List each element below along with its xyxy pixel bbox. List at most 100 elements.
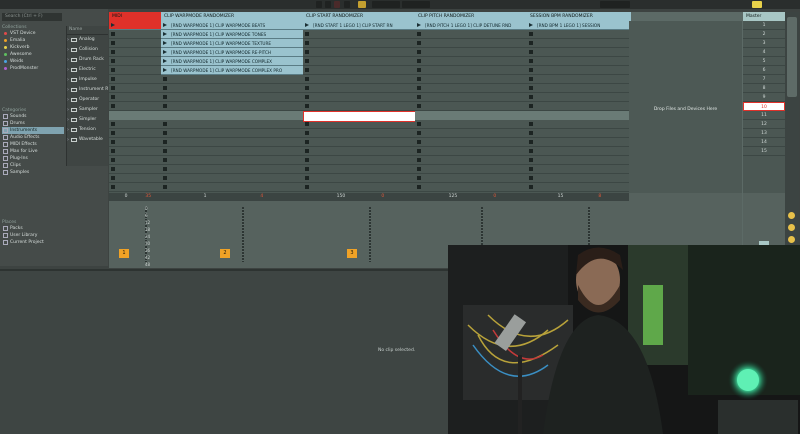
place-item[interactable]: User Library xyxy=(2,232,64,239)
stop-clip-icon[interactable] xyxy=(111,167,115,171)
play-clip-icon[interactable] xyxy=(163,59,167,63)
collection-item[interactable]: ProdMonster xyxy=(2,65,64,72)
clip-slot[interactable] xyxy=(109,66,161,75)
stop-clip-icon[interactable] xyxy=(417,59,421,63)
stop-clip-icon[interactable] xyxy=(163,140,167,144)
stop-clip-icon[interactable] xyxy=(529,50,533,54)
clip-slot[interactable] xyxy=(415,84,527,93)
expand-chevron-icon[interactable]: › xyxy=(67,45,69,55)
session-record-button[interactable] xyxy=(358,1,366,8)
clip-slot[interactable] xyxy=(527,57,629,66)
stop-clip-icon[interactable] xyxy=(417,149,421,153)
category-item[interactable]: Max for Live xyxy=(2,148,64,155)
stop-clip-icon[interactable] xyxy=(417,50,421,54)
stop-clip-icon[interactable] xyxy=(529,32,533,36)
sends-toggle-icon[interactable] xyxy=(788,224,795,231)
expand-chevron-icon[interactable]: › xyxy=(67,105,69,115)
play-clip-icon[interactable] xyxy=(417,23,421,27)
clip[interactable]: [RND BPM 1 LEGO 1] SESSION xyxy=(527,21,629,30)
clip-slot[interactable] xyxy=(527,39,629,48)
stop-clip-icon[interactable] xyxy=(417,131,421,135)
clip-slot[interactable] xyxy=(303,174,415,183)
stop-clip-icon[interactable] xyxy=(417,41,421,45)
browser-list-item[interactable]: › Tension xyxy=(67,125,108,135)
drop-zone[interactable]: Drop Files and Devices Here xyxy=(629,21,742,193)
play-clip-icon[interactable] xyxy=(163,41,167,45)
clip-slot[interactable] xyxy=(161,165,303,174)
clip-slot[interactable] xyxy=(109,147,161,156)
play-button[interactable] xyxy=(316,1,322,8)
record-button[interactable] xyxy=(334,1,340,8)
collection-item[interactable]: Emalia xyxy=(2,37,64,44)
clip-slot[interactable] xyxy=(303,165,415,174)
clip-slot[interactable] xyxy=(303,147,415,156)
stop-clip-icon[interactable] xyxy=(529,68,533,72)
browser-list-item[interactable]: › Impulse xyxy=(67,75,108,85)
place-item[interactable]: Current Project xyxy=(2,239,64,246)
search-input[interactable]: Search (Ctrl + F) xyxy=(2,13,62,21)
clip[interactable]: [RND WARPMODE 1] CLIP WARPMODE TONES xyxy=(161,30,303,39)
stop-clip-icon[interactable] xyxy=(163,77,167,81)
overdub-button[interactable] xyxy=(344,1,350,8)
stop-clip-icon[interactable] xyxy=(529,59,533,63)
stop-clip-icon[interactable] xyxy=(417,185,421,189)
scene-launch-button[interactable]: 14 xyxy=(743,138,785,147)
clip[interactable]: [RND PITCH 1 LEGO 1] CLIP DETUNE RND xyxy=(415,21,527,30)
track-activator-button[interactable]: 1 xyxy=(119,249,129,258)
clip-slot[interactable] xyxy=(109,93,161,102)
clip-slot[interactable] xyxy=(109,120,161,129)
clip-slot[interactable] xyxy=(109,57,161,66)
stop-clip-icon[interactable] xyxy=(163,122,167,126)
clip-slot[interactable] xyxy=(161,156,303,165)
browser-list-item[interactable]: › Wavetable xyxy=(67,135,108,145)
stop-clip-icon[interactable] xyxy=(111,140,115,144)
play-clip-icon[interactable] xyxy=(163,32,167,36)
category-item[interactable]: Audio Effects xyxy=(2,134,64,141)
clip-slot[interactable] xyxy=(109,48,161,57)
clip-slot[interactable] xyxy=(303,84,415,93)
browser-list-item[interactable]: › Analog xyxy=(67,35,108,45)
clip-slot[interactable] xyxy=(415,93,527,102)
browser-list-item[interactable]: › Simpler xyxy=(67,115,108,125)
stop-clip-icon[interactable] xyxy=(111,86,115,90)
clip-slot[interactable] xyxy=(109,30,161,39)
track-header[interactable]: MIDI xyxy=(109,12,163,21)
stop-clip-icon[interactable] xyxy=(111,32,115,36)
stop-clip-icon[interactable] xyxy=(305,122,309,126)
scrollbar[interactable] xyxy=(785,12,799,268)
stop-clip-icon[interactable] xyxy=(305,77,309,81)
clip-slot[interactable] xyxy=(415,165,527,174)
clip[interactable]: [RND WARPMODE 1] CLIP WARPMODE COMPLEX P… xyxy=(161,66,303,75)
clip-slot[interactable] xyxy=(303,57,415,66)
clip-slot[interactable] xyxy=(161,183,303,192)
browser-list-item[interactable]: › Sampler xyxy=(67,105,108,115)
stop-clip-icon[interactable] xyxy=(529,104,533,108)
track-activator-button[interactable]: 3 xyxy=(347,249,357,258)
stop-clip-icon[interactable] xyxy=(163,86,167,90)
scene-launch-button[interactable]: 13 xyxy=(743,129,785,138)
stop-clip-icon[interactable] xyxy=(163,185,167,189)
stop-clip-icon[interactable] xyxy=(111,122,115,126)
stop-clip-icon[interactable] xyxy=(111,131,115,135)
stop-clip-icon[interactable] xyxy=(305,32,309,36)
category-item[interactable]: Samples xyxy=(2,169,64,176)
scene-launch-button[interactable]: 11 xyxy=(743,111,785,120)
clip-slot[interactable] xyxy=(415,120,527,129)
clip-slot[interactable] xyxy=(109,138,161,147)
stop-clip-icon[interactable] xyxy=(163,131,167,135)
clip-slot[interactable] xyxy=(161,93,303,102)
stop-clip-icon[interactable] xyxy=(305,86,309,90)
clip-slot[interactable] xyxy=(161,75,303,84)
category-item[interactable]: Drums xyxy=(2,120,64,127)
clip-slot[interactable] xyxy=(109,102,161,111)
track-header[interactable]: SESSION BPM RANDOMIZER xyxy=(527,12,631,21)
play-clip-icon[interactable] xyxy=(163,68,167,72)
clip-slot[interactable] xyxy=(109,75,161,84)
stop-clip-icon[interactable] xyxy=(417,140,421,144)
clip-slot[interactable] xyxy=(303,66,415,75)
clip-slot[interactable] xyxy=(161,174,303,183)
scene-launch-button[interactable]: 5 xyxy=(743,57,785,66)
category-item[interactable]: MIDI Effects xyxy=(2,141,64,148)
stop-clip-icon[interactable] xyxy=(529,149,533,153)
stop-clip-icon[interactable] xyxy=(529,140,533,144)
